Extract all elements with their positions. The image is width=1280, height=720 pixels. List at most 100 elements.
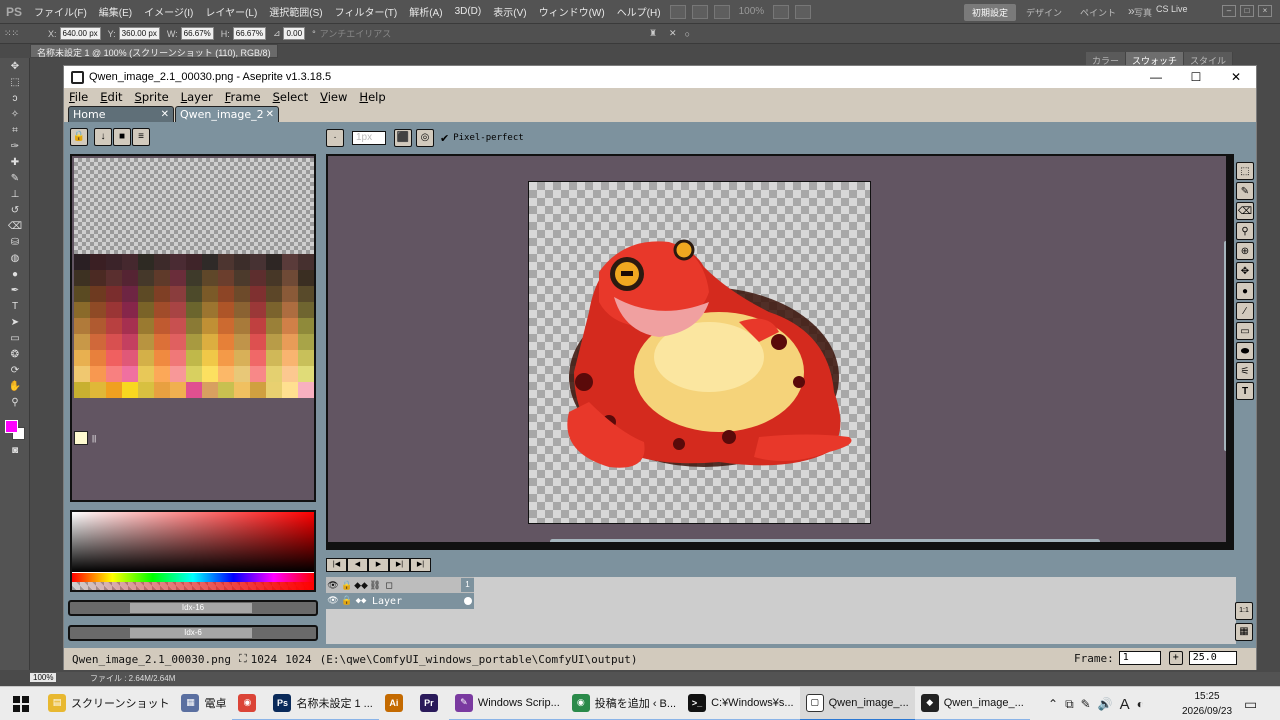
palette-swatch-empty[interactable] xyxy=(154,190,170,206)
palette-swatch[interactable] xyxy=(250,318,266,334)
brush-type-icon[interactable]: · xyxy=(326,129,344,147)
timeline-area[interactable]: 👁 🔒 ◆◆ ⛓ ◻ 1 👁 🔒 ◆◆ Layer xyxy=(326,577,1236,644)
crop-tool-icon[interactable]: ⌗ xyxy=(0,122,30,138)
palette-swatch[interactable] xyxy=(202,318,218,334)
palette-swatch[interactable] xyxy=(266,254,282,270)
tray-network-icon[interactable]: ⧉ xyxy=(1065,697,1074,712)
palette-swatch-empty[interactable] xyxy=(250,238,266,254)
palette-swatch[interactable] xyxy=(106,350,122,366)
palette-presets-icon[interactable]: ■ xyxy=(113,128,131,146)
menu-select[interactable]: Select xyxy=(268,90,316,104)
palette-swatch[interactable] xyxy=(298,382,314,398)
palette-swatch[interactable] xyxy=(154,382,170,398)
zoom-tool-icon[interactable]: ⊕ xyxy=(1236,242,1254,260)
palette-swatch-empty[interactable] xyxy=(282,238,298,254)
palette-swatch-empty[interactable] xyxy=(202,238,218,254)
next-frame-button[interactable]: ▶| xyxy=(389,558,410,572)
palette-swatch-empty[interactable] xyxy=(186,206,202,222)
palette-swatch-empty[interactable] xyxy=(250,222,266,238)
palette-swatch[interactable] xyxy=(218,254,234,270)
palette-swatch[interactable] xyxy=(202,302,218,318)
palette-swatch-empty[interactable] xyxy=(218,158,234,174)
palette-swatch-empty[interactable] xyxy=(154,158,170,174)
palette-swatch[interactable] xyxy=(138,350,154,366)
palette-swatch[interactable] xyxy=(154,366,170,382)
palette-swatch[interactable] xyxy=(282,334,298,350)
ps-menu-file[interactable]: ファイル(F) xyxy=(28,4,93,19)
palette-swatch-empty[interactable] xyxy=(122,158,138,174)
palette-swatch[interactable] xyxy=(234,350,250,366)
shape-tool-icon[interactable]: ▭ xyxy=(0,330,30,346)
palette-swatch-empty[interactable] xyxy=(170,190,186,206)
palette-swatch-empty[interactable] xyxy=(266,190,282,206)
palette-swatch[interactable] xyxy=(250,302,266,318)
ps-workspace-design[interactable]: デザイン xyxy=(1018,4,1070,21)
healing-tool-icon[interactable]: ✚ xyxy=(0,154,30,170)
palette-swatch-empty[interactable] xyxy=(74,174,90,190)
ps-more-workspaces-icon[interactable]: » xyxy=(1128,4,1135,18)
palette-swatch[interactable] xyxy=(186,334,202,350)
palette-swatch[interactable] xyxy=(234,382,250,398)
palette-swatch-empty[interactable] xyxy=(250,206,266,222)
palette-swatch[interactable] xyxy=(170,254,186,270)
palette-swatch[interactable] xyxy=(154,254,170,270)
palette-swatch-empty[interactable] xyxy=(90,158,106,174)
canvas-horizontal-scrollbar[interactable] xyxy=(550,539,1100,542)
palette-swatch-empty[interactable] xyxy=(90,190,106,206)
palette-swatch[interactable] xyxy=(90,366,106,382)
taskbar-app-7[interactable]: ◉ 投稿を追加 ‹ B... xyxy=(565,687,683,720)
stamp-tool-icon[interactable]: ⊥ xyxy=(0,186,30,202)
paint-bucket-tool-icon[interactable]: ⛁ xyxy=(0,234,30,250)
palette-swatch[interactable] xyxy=(90,302,106,318)
zoom-tool-icon[interactable]: ⚲ xyxy=(0,394,30,410)
play-button[interactable]: ▶ xyxy=(368,558,389,572)
color-picker-alpha-slider[interactable] xyxy=(72,582,314,590)
palette-swatch-empty[interactable] xyxy=(74,190,90,206)
ps-menu-image[interactable]: イメージ(I) xyxy=(138,4,199,19)
palette-swatch-empty[interactable] xyxy=(122,190,138,206)
palette-swatch[interactable] xyxy=(90,334,106,350)
canvas-vertical-scrollbar[interactable] xyxy=(1224,241,1226,451)
palette-swatch-empty[interactable] xyxy=(282,206,298,222)
ps-menu-window[interactable]: ウィンドウ(W) xyxy=(533,4,611,19)
palette-swatch-empty[interactable] xyxy=(202,206,218,222)
palette-swatch[interactable] xyxy=(138,318,154,334)
text-tool-icon[interactable]: T xyxy=(1236,382,1254,400)
palette-swatch[interactable] xyxy=(170,366,186,382)
ps-x-field[interactable]: 640.00 px xyxy=(59,27,101,40)
eraser-tool-icon[interactable]: ⌫ xyxy=(1236,202,1254,220)
palette-swatch[interactable] xyxy=(106,270,122,286)
tab-home-close-icon[interactable]: ✕ xyxy=(161,109,169,120)
palette-swatch[interactable] xyxy=(202,350,218,366)
color-picker-saturation-value[interactable] xyxy=(72,512,314,572)
palette-swatch[interactable] xyxy=(202,270,218,286)
palette-swatch[interactable] xyxy=(298,254,314,270)
palette-swatch[interactable] xyxy=(298,318,314,334)
palette-swatch[interactable] xyxy=(202,254,218,270)
timeline-cel[interactable] xyxy=(461,594,474,608)
layer-name[interactable]: Layer xyxy=(372,596,402,607)
palette-swatch-empty[interactable] xyxy=(218,174,234,190)
palette-swatch[interactable] xyxy=(74,302,90,318)
palette-swatch[interactable] xyxy=(138,382,154,398)
palette-swatch[interactable] xyxy=(186,318,202,334)
palette-swatch[interactable] xyxy=(250,350,266,366)
palette-swatch-empty[interactable] xyxy=(266,174,282,190)
ps-warp-icon[interactable]: ♜ xyxy=(649,28,657,39)
palette-swatch-empty[interactable] xyxy=(202,222,218,238)
frame-number-field[interactable]: 1 xyxy=(1118,651,1161,665)
palette-swatch[interactable] xyxy=(250,286,266,302)
palette-swatch-empty[interactable] xyxy=(74,206,90,222)
palette-swatch[interactable] xyxy=(90,318,106,334)
palette-swatch[interactable] xyxy=(282,286,298,302)
palette-swatch[interactable] xyxy=(266,286,282,302)
ps-menu-view[interactable]: 表示(V) xyxy=(487,4,532,19)
palette-swatch[interactable] xyxy=(122,270,138,286)
palette-swatch[interactable] xyxy=(154,286,170,302)
ps-menu-3d[interactable]: 3D(D) xyxy=(449,6,488,17)
contour-tool-icon[interactable]: ⬬ xyxy=(1236,342,1254,360)
palette-swatch-empty[interactable] xyxy=(202,158,218,174)
ps-document-tab[interactable]: 名称未設定 1 @ 100% (スクリーンショット (110), RGB/8) xyxy=(30,44,278,58)
timeline-continuous-icon[interactable]: ◆◆ xyxy=(354,580,368,591)
ps-workspace-paint[interactable]: ペイント xyxy=(1072,4,1124,21)
